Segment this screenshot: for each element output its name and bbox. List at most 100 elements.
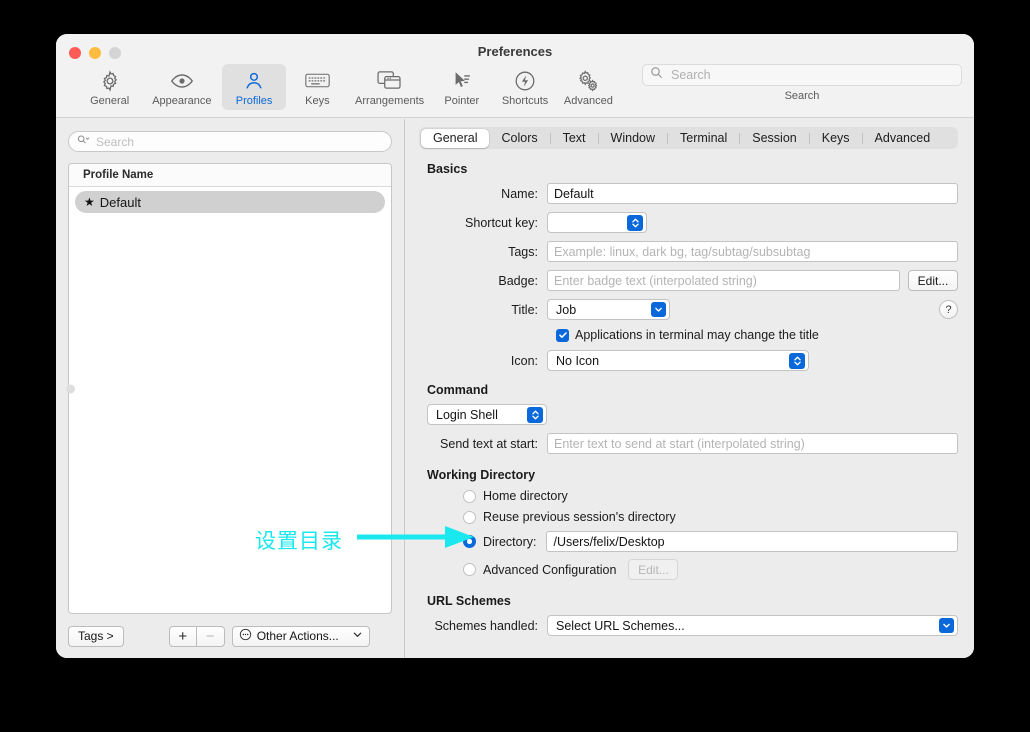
profiles-sidebar: Profile Name ★ Default Tags > + − [56, 119, 404, 658]
name-row: Name: Default [419, 183, 958, 204]
title-value: Job [556, 302, 577, 317]
toolbar-search-field[interactable] [642, 64, 962, 86]
tab-advanced[interactable]: Advanced [863, 129, 943, 148]
shortcut-key-row: Shortcut key: [419, 212, 958, 233]
preferences-window: Preferences General Appearance Profiles … [56, 34, 974, 658]
toolbar-item-label: General [90, 95, 130, 107]
radio-directory[interactable]: Directory: /Users/felix/Desktop [463, 531, 958, 552]
radio-button-icon [463, 563, 476, 576]
badge-field[interactable]: Enter badge text (interpolated string) [547, 270, 900, 291]
circle-ellipsis-icon [239, 628, 252, 644]
radio-home-directory[interactable]: Home directory [463, 489, 958, 503]
icon-popup[interactable]: No Icon [547, 350, 809, 371]
name-label: Name: [501, 186, 538, 201]
icon-row: Icon: No Icon [419, 350, 958, 371]
tab-text[interactable]: Text [551, 129, 598, 148]
sidebar-resize-grip[interactable] [66, 384, 75, 393]
tags-row: Tags: Example: linux, dark bg, tag/subta… [419, 241, 958, 262]
toolbar-item-label: Keys [305, 95, 330, 107]
shell-value: Login Shell [436, 407, 498, 422]
toolbar-item-keys[interactable]: Keys [286, 64, 349, 110]
toolbar-item-label: Profiles [235, 95, 273, 107]
toolbar-item-pointer[interactable]: Pointer [430, 64, 493, 110]
sidebar-search-field[interactable] [68, 131, 392, 152]
badge-edit-button[interactable]: Edit... [908, 270, 958, 291]
toolbar-item-label: Arrangements [355, 95, 425, 107]
search-input[interactable] [669, 67, 954, 83]
basics-heading: Basics [427, 162, 468, 176]
radio-label: Directory: [483, 534, 537, 549]
tags-button[interactable]: Tags > [68, 625, 124, 647]
chevron-updown-icon [789, 352, 805, 369]
add-remove-segmented-control: + − [168, 625, 225, 647]
toolbar-item-label: Shortcuts [501, 95, 549, 107]
url-schemes-heading: URL Schemes [427, 594, 511, 608]
shortcut-key-popup[interactable] [547, 212, 647, 233]
toolbar-item-shortcuts[interactable]: Shortcuts [493, 64, 556, 110]
send-text-label: Send text at start: [440, 436, 538, 451]
other-actions-menu[interactable]: Other Actions... [231, 625, 370, 647]
send-text-field[interactable]: Enter text to send at start (interpolate… [547, 433, 958, 454]
preferences-toolbar: General Appearance Profiles Keys Arrange… [78, 64, 962, 110]
title-popup[interactable]: Job [547, 299, 670, 320]
schemes-popup[interactable]: Select URL Schemes... [547, 615, 958, 636]
tags-field[interactable]: Example: linux, dark bg, tag/subtag/subs… [547, 241, 958, 262]
icon-value: No Icon [556, 353, 600, 368]
title-help-button[interactable]: ? [939, 300, 958, 319]
toolbar-item-arrangements[interactable]: Arrangements [349, 64, 430, 110]
tab-general[interactable]: General [421, 128, 490, 148]
settings-tab-bar: General Colors Text Window Terminal Sess… [419, 127, 958, 149]
toolbar-item-profiles[interactable]: Profiles [222, 64, 286, 110]
other-actions-label: Other Actions... [256, 629, 339, 643]
chevron-updown-icon [627, 214, 643, 231]
star-icon: ★ [84, 195, 95, 209]
remove-profile-button: − [196, 625, 225, 647]
chevron-down-icon [352, 629, 363, 643]
table-row[interactable]: ★ Default [75, 191, 385, 213]
title-row: Title: Job ? [419, 299, 958, 320]
radio-label: Home directory [483, 489, 568, 503]
bolt-icon [514, 68, 536, 93]
keyboard-icon [305, 68, 330, 93]
profile-table-header: Profile Name [69, 164, 391, 187]
name-field[interactable]: Default [547, 183, 958, 204]
tags-label: Tags: [508, 244, 538, 259]
title-change-checkbox-label: Applications in terminal may change the … [575, 328, 819, 342]
profile-settings-pane: General Colors Text Window Terminal Sess… [405, 119, 974, 658]
tab-session[interactable]: Session [740, 129, 808, 148]
icon-label: Icon: [510, 353, 538, 368]
toolbar-item-general[interactable]: General [78, 64, 141, 110]
window-title: Preferences [477, 44, 553, 59]
tab-keys[interactable]: Keys [810, 129, 862, 148]
send-text-row: Send text at start: Enter text to send a… [419, 433, 958, 454]
profile-name-label: Default [99, 194, 141, 210]
gears-icon [576, 68, 600, 93]
tab-window[interactable]: Window [599, 129, 667, 148]
add-profile-button[interactable]: + [168, 625, 197, 647]
toolbar-search-group: Search [642, 64, 962, 102]
radio-advanced-configuration[interactable]: Advanced Configuration Edit... [463, 559, 958, 580]
schemes-row: Schemes handled: Select URL Schemes... [419, 615, 958, 636]
tab-colors[interactable]: Colors [489, 129, 549, 148]
person-icon [243, 68, 265, 93]
toolbar-item-label: Appearance [152, 95, 212, 107]
shell-popup[interactable]: Login Shell [427, 404, 547, 425]
schemes-value: Select URL Schemes... [556, 618, 685, 633]
sidebar-search-input[interactable] [94, 133, 383, 150]
schemes-label: Schemes handled: [434, 618, 538, 633]
toolbar-item-label: Pointer [444, 95, 480, 107]
badge-label: Badge: [498, 273, 538, 288]
toolbar-search-caption: Search [784, 90, 820, 102]
toolbar-item-advanced[interactable]: Advanced [557, 64, 620, 110]
radio-label: Advanced Configuration [483, 562, 617, 577]
gear-icon [99, 68, 121, 93]
checkbox-checked-icon[interactable] [556, 328, 569, 342]
profile-table: Profile Name ★ Default [68, 163, 392, 614]
shell-row: Login Shell [427, 404, 958, 425]
radio-reuse-previous[interactable]: Reuse previous session's directory [463, 510, 958, 524]
title-change-checkbox-row: Applications in terminal may change the … [556, 328, 958, 342]
tab-terminal[interactable]: Terminal [668, 129, 739, 148]
working-directory-heading: Working Directory [427, 468, 536, 482]
directory-field[interactable]: /Users/felix/Desktop [546, 531, 958, 552]
toolbar-item-appearance[interactable]: Appearance [141, 64, 222, 110]
